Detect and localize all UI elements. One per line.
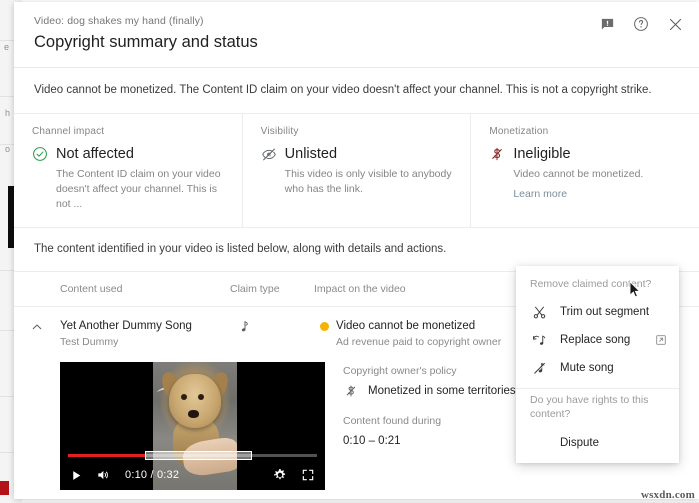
progress-bar[interactable] [68,451,317,460]
card-description: This video is only visible to anybody wh… [284,168,452,195]
player-time: 0:10 / 0:32 [125,469,180,481]
dialog-header: Video: dog shakes my hand (finally) Copy… [14,2,699,68]
music-note-icon [241,321,248,332]
menu-footer-heading: Do you have rights to this content? [530,394,649,420]
chevron-up-icon [32,324,42,330]
summary-message: Video cannot be monetized. The Content I… [14,68,699,114]
dog-eye-right [198,394,204,400]
menu-item-dispute[interactable]: Dispute [516,428,679,458]
claim-actions-menu: Remove claimed content? Trim out segment [516,266,679,463]
expand-collapse-toggle[interactable] [14,318,60,350]
column-header-impact: Impact on the video [314,283,406,295]
dollar-slash-icon [343,383,359,399]
card-value: Unlisted [284,146,338,162]
page-title: Copyright summary and status [34,33,258,51]
card-value: Not affected [56,146,134,162]
menu-item-replace-song[interactable]: Replace song [516,326,679,354]
menu-item-label: Mute song [560,362,614,374]
header-actions [597,14,685,34]
gear-icon[interactable] [273,468,287,482]
impact-cell: Video cannot be monetized Ad revenue pai… [320,318,525,350]
learn-more-link[interactable]: Learn more [513,187,567,202]
page-root: e h o Video: dog shakes my hand (finally… [0,0,699,503]
menu-item-label: Dispute [560,437,599,449]
play-icon[interactable] [70,469,83,482]
menu-item-label: Replace song [560,334,631,346]
card-monetization: Monetization Ineligible Video cannot be … [470,114,699,227]
status-badge-dot [320,322,329,331]
menu-heading: Remove claimed content? [530,278,652,290]
card-label: Visibility [260,126,299,137]
eye-off-icon [261,146,277,162]
column-header-claim-type: Claim type [230,283,280,295]
policy-value: Monetized in some territories [368,385,516,397]
claim-content-title: Yet Another Dummy Song [60,320,192,332]
video-title-eyebrow: Video: dog shakes my hand (finally) [34,15,204,27]
dog-eye-left [181,394,187,400]
card-label: Monetization [489,126,549,137]
player-controls: 0:10 / 0:32 [60,460,325,490]
claim-content-artist: Test Dummy [60,336,119,348]
feedback-icon[interactable] [597,14,617,34]
volume-icon[interactable] [95,468,111,482]
fullscreen-icon[interactable] [301,468,315,482]
video-player-wrapper: 0:10 / 0:32 C [60,362,326,499]
content-used-cell: Yet Another Dummy Song Test Dummy [60,318,230,350]
impact-sub-text: Ad revenue paid to copyright owner [336,336,502,348]
progress-played [68,454,146,457]
help-icon[interactable] [631,14,651,34]
column-header-content-used: Content used [60,283,123,295]
check-circle-icon [32,146,48,162]
claim-type-cell [230,318,320,350]
menu-item-trim-out-segment[interactable]: Trim out segment [516,298,679,326]
replace-song-icon [530,333,548,348]
menu-item-mute-song[interactable]: Mute song [516,354,679,382]
video-player[interactable]: 0:10 / 0:32 [60,362,325,490]
status-cards: Channel impact Not affected The Content … [14,114,699,228]
mute-song-icon [530,361,548,376]
card-description: The Content ID claim on your video doesn… [56,168,221,210]
menu-item-label: Trim out segment [560,306,650,318]
impact-status-text: Video cannot be monetized [336,320,476,332]
card-label: Channel impact [32,126,105,137]
close-icon[interactable] [665,14,685,34]
dog-nose [188,410,199,418]
watermark: wsxdn.com [640,489,695,501]
card-channel-impact: Channel impact Not affected The Content … [14,114,242,227]
card-visibility: Visibility Unlisted This video is only v… [241,114,471,227]
card-description: Video cannot be monetized. [513,168,644,180]
scissors-icon [530,305,548,320]
dog-head [169,374,221,428]
claimed-segment-marker [145,451,253,460]
dollar-slash-icon [489,146,505,162]
external-link-icon [654,334,667,346]
card-value: Ineligible [513,146,571,162]
